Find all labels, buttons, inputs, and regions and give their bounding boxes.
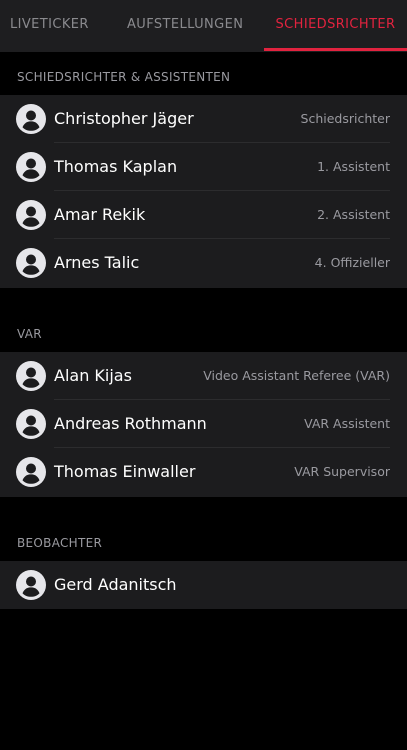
person-avatar-icon — [16, 457, 46, 487]
var-list: Alan Kijas Video Assistant Referee (VAR)… — [0, 352, 407, 497]
section-header-referees: SCHIEDSRICHTER & ASSISTENTEN — [17, 70, 231, 84]
person-avatar-icon — [16, 152, 46, 182]
list-item[interactable]: Christopher Jäger Schiedsrichter — [0, 95, 407, 143]
list-item[interactable]: Thomas Kaplan 1. Assistent — [0, 143, 407, 191]
tab-liveticker[interactable]: LIVETICKER — [10, 0, 89, 52]
person-avatar-icon — [16, 200, 46, 230]
person-name: Alan Kijas — [54, 366, 132, 385]
observers-list: Gerd Adanitsch — [0, 561, 407, 609]
person-role: VAR Supervisor — [294, 464, 390, 479]
person-avatar-icon — [16, 104, 46, 134]
list-item[interactable]: Amar Rekik 2. Assistent — [0, 191, 407, 239]
person-role: 2. Assistent — [317, 207, 390, 222]
person-role: VAR Assistent — [304, 416, 390, 431]
person-avatar-icon — [16, 409, 46, 439]
person-name: Thomas Einwaller — [54, 462, 196, 481]
person-name: Thomas Kaplan — [54, 157, 178, 176]
person-avatar-icon — [16, 248, 46, 278]
person-name: Arnes Talic — [54, 253, 140, 272]
person-name: Amar Rekik — [54, 205, 146, 224]
list-item[interactable]: Gerd Adanitsch — [0, 561, 407, 609]
tab-schiedsrichter[interactable]: SCHIEDSRICHTER — [264, 0, 407, 52]
person-role: 4. Offizieller — [314, 255, 390, 270]
person-avatar-icon — [16, 361, 46, 391]
person-name: Gerd Adanitsch — [54, 575, 177, 594]
list-item[interactable]: Arnes Talic 4. Offizieller — [0, 239, 407, 287]
section-header-observers: BEOBACHTER — [17, 536, 103, 550]
active-tab-indicator — [264, 48, 407, 51]
person-role: Schiedsrichter — [300, 111, 390, 126]
person-role: 1. Assistent — [317, 159, 390, 174]
tab-aufstellungen[interactable]: AUFSTELLUNGEN — [127, 0, 243, 52]
list-item[interactable]: Alan Kijas Video Assistant Referee (VAR) — [0, 352, 407, 400]
person-name: Christopher Jäger — [54, 109, 194, 128]
person-avatar-icon — [16, 570, 46, 600]
tab-bar: LIVETICKER AUFSTELLUNGEN SCHIEDSRICHTER — [0, 0, 407, 52]
list-item[interactable]: Andreas Rothmann VAR Assistent — [0, 400, 407, 448]
person-role: Video Assistant Referee (VAR) — [203, 368, 390, 383]
referees-list: Christopher Jäger Schiedsrichter Thomas … — [0, 95, 407, 288]
person-name: Andreas Rothmann — [54, 414, 207, 433]
section-header-var: VAR — [17, 327, 42, 341]
list-item[interactable]: Thomas Einwaller VAR Supervisor — [0, 448, 407, 496]
